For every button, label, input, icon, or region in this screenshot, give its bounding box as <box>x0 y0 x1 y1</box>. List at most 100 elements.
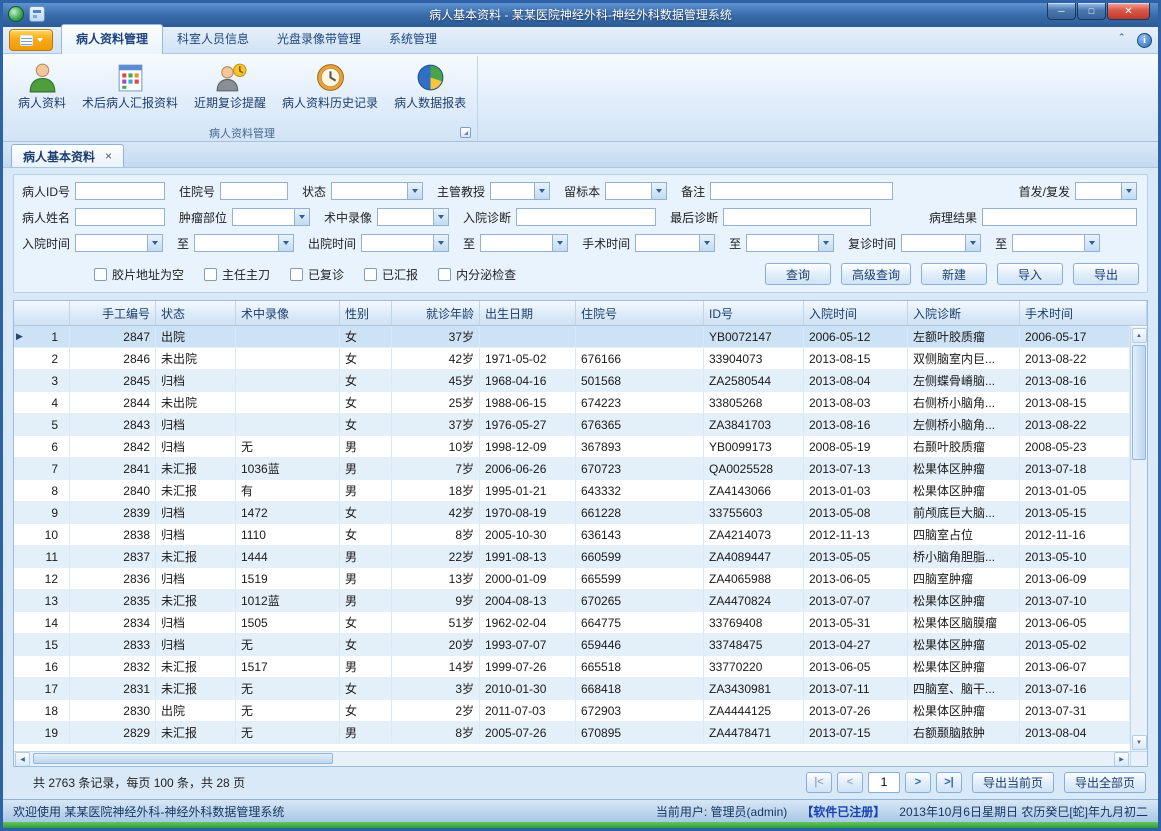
grid-column-header[interactable]: 性别 <box>340 301 392 325</box>
ribbon-tab-0[interactable]: 病人资料管理 <box>61 24 163 54</box>
table-row[interactable]: 162832未汇报1517男14岁1999-07-266655183377022… <box>14 656 1130 678</box>
filter-input[interactable] <box>75 208 165 226</box>
grid-column-header[interactable]: 手术时间 <box>1020 301 1147 325</box>
table-row[interactable]: ▶12847出院女37岁YB00721472006-05-12左额叶胶质瘤200… <box>14 326 1130 348</box>
filter-select[interactable] <box>232 208 310 226</box>
table-row[interactable]: 142834归档1505女51岁1962-02-0466477533769408… <box>14 612 1130 634</box>
dialog-launcher-icon[interactable] <box>460 127 471 138</box>
ribbon-item[interactable]: 术后病人汇报资料 <box>75 58 185 113</box>
grid-column-header[interactable]: 出生日期 <box>480 301 576 325</box>
grid-column-header[interactable]: 就诊年龄 <box>392 301 480 325</box>
info-button[interactable]: i <box>1137 33 1152 48</box>
filter-input[interactable] <box>220 182 288 200</box>
filter-select[interactable] <box>1075 182 1137 200</box>
prev-page-button[interactable]: < <box>837 772 863 793</box>
table-row[interactable]: 192829未汇报无男8岁2005-07-26670895ZA447847120… <box>14 722 1130 744</box>
page-number-input[interactable] <box>868 772 900 793</box>
grid-column-header[interactable]: 住院号 <box>576 301 704 325</box>
dropdown-arrow-icon[interactable] <box>651 183 666 199</box>
dropdown-arrow-icon[interactable] <box>965 235 980 251</box>
table-row[interactable]: 152833归档无女20岁1993-07-0765944633748475201… <box>14 634 1130 656</box>
table-row[interactable]: 42844未出院女25岁1988-06-15674223338052682013… <box>14 392 1130 414</box>
ribbon-item[interactable]: 近期复诊提醒 <box>187 58 273 113</box>
filter-select[interactable] <box>480 234 568 252</box>
scroll-left-icon[interactable]: ◀ <box>15 752 30 767</box>
quick-access-icon[interactable] <box>29 6 45 22</box>
filter-checkbox[interactable]: 已汇报 <box>364 266 418 283</box>
filter-input[interactable] <box>982 208 1137 226</box>
action-button[interactable]: 导出 <box>1073 263 1139 285</box>
last-page-button[interactable]: >| <box>936 772 962 793</box>
filter-select[interactable] <box>901 234 981 252</box>
ribbon-tab-3[interactable]: 系统管理 <box>375 25 451 53</box>
application-menu-button[interactable] <box>9 29 53 51</box>
dropdown-arrow-icon[interactable] <box>1084 235 1099 251</box>
dropdown-arrow-icon[interactable] <box>552 235 567 251</box>
grid-column-header[interactable]: 术中录像 <box>236 301 340 325</box>
filter-input[interactable] <box>723 208 871 226</box>
export-all-pages-button[interactable]: 导出全部页 <box>1064 772 1146 793</box>
dropdown-arrow-icon[interactable] <box>294 209 309 225</box>
scroll-up-icon[interactable]: ▲ <box>1132 328 1147 343</box>
dropdown-arrow-icon[interactable] <box>278 235 293 251</box>
filter-select[interactable] <box>75 234 163 252</box>
table-row[interactable]: 112837未汇报1444男22岁1991-08-13660599ZA40894… <box>14 546 1130 568</box>
table-row[interactable]: 52843归档女37岁1976-05-27676365ZA38417032013… <box>14 414 1130 436</box>
action-button[interactable]: 查询 <box>765 263 831 285</box>
tab-close-icon[interactable]: × <box>105 149 112 163</box>
filter-select[interactable] <box>746 234 834 252</box>
ribbon-tab-1[interactable]: 科室人员信息 <box>163 25 263 53</box>
filter-checkbox[interactable]: 主任主刀 <box>204 266 270 283</box>
table-row[interactable]: 132835未汇报1012蓝男9岁2004-08-13670265ZA44708… <box>14 590 1130 612</box>
ribbon-tab-2[interactable]: 光盘录像带管理 <box>263 25 375 53</box>
filter-input[interactable] <box>75 182 165 200</box>
grid-column-header[interactable] <box>14 301 70 325</box>
scroll-right-icon[interactable]: ▶ <box>1114 752 1129 767</box>
minimize-button[interactable]: ─ <box>1047 3 1076 20</box>
table-row[interactable]: 122836归档1519男13岁2000-01-09665599ZA406598… <box>14 568 1130 590</box>
action-button[interactable]: 新建 <box>921 263 987 285</box>
first-page-button[interactable]: |< <box>806 772 832 793</box>
action-button[interactable]: 高级查询 <box>841 263 911 285</box>
filter-select[interactable] <box>605 182 667 200</box>
grid-column-header[interactable]: ID号 <box>704 301 804 325</box>
dropdown-arrow-icon[interactable] <box>534 183 549 199</box>
dropdown-arrow-icon[interactable] <box>818 235 833 251</box>
grid-column-header[interactable]: 入院诊断 <box>908 301 1020 325</box>
filter-select[interactable] <box>331 182 423 200</box>
filter-checkbox[interactable]: 胶片地址为空 <box>94 266 184 283</box>
vertical-scrollbar[interactable]: ▲ ▼ <box>1130 327 1147 751</box>
horizontal-scrollbar-thumb[interactable] <box>33 753 333 764</box>
table-row[interactable]: 82840未汇报有男18岁1995-01-21643332ZA414306620… <box>14 480 1130 502</box>
filter-select[interactable] <box>194 234 294 252</box>
dropdown-arrow-icon[interactable] <box>147 235 162 251</box>
ribbon-item[interactable]: 病人资料历史记录 <box>275 58 385 113</box>
table-row[interactable]: 32845归档女45岁1968-04-16501568ZA25805442013… <box>14 370 1130 392</box>
table-row[interactable]: 62842归档无男10岁1998-12-09367893YB0099173200… <box>14 436 1130 458</box>
grid-column-header[interactable]: 状态 <box>156 301 236 325</box>
filter-select[interactable] <box>361 234 449 252</box>
dropdown-arrow-icon[interactable] <box>699 235 714 251</box>
vertical-scrollbar-thumb[interactable] <box>1132 345 1146 460</box>
ribbon-item[interactable]: 病人资料 <box>11 58 73 113</box>
grid-column-header[interactable]: 入院时间 <box>804 301 908 325</box>
dropdown-arrow-icon[interactable] <box>433 235 448 251</box>
filter-input[interactable] <box>516 208 656 226</box>
dropdown-arrow-icon[interactable] <box>433 209 448 225</box>
grid-column-header[interactable]: 手工编号 <box>70 301 156 325</box>
filter-select[interactable] <box>635 234 715 252</box>
table-row[interactable]: 92839归档1472女42岁1970-08-19661228337556032… <box>14 502 1130 524</box>
filter-checkbox[interactable]: 已复诊 <box>290 266 344 283</box>
export-current-page-button[interactable]: 导出当前页 <box>972 772 1054 793</box>
close-button[interactable]: ✕ <box>1107 3 1150 20</box>
filter-select[interactable] <box>490 182 550 200</box>
filter-checkbox[interactable]: 内分泌检查 <box>438 266 516 283</box>
next-page-button[interactable]: > <box>905 772 931 793</box>
table-row[interactable]: 22846未出院女42岁1971-05-02676166339040732013… <box>14 348 1130 370</box>
action-button[interactable]: 导入 <box>997 263 1063 285</box>
filter-select[interactable] <box>1012 234 1100 252</box>
table-row[interactable]: 182830出院无女2岁2011-07-03672903ZA4444125201… <box>14 700 1130 722</box>
ribbon-collapse-button[interactable]: ＾ <box>1116 32 1127 48</box>
tab-patient-basic-info[interactable]: 病人基本资料 × <box>11 144 124 167</box>
dropdown-arrow-icon[interactable] <box>1121 183 1136 199</box>
